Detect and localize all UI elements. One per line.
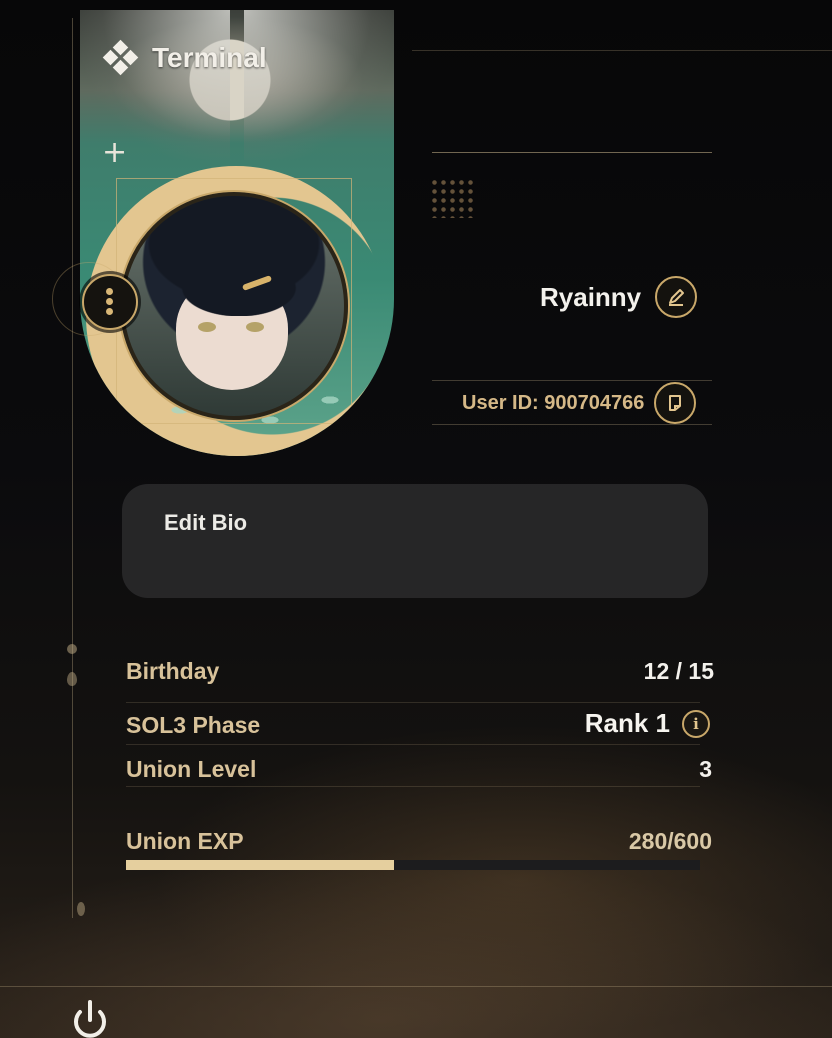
user-id-row: User ID: 900704766 [462, 382, 697, 424]
avatar-eye [246, 322, 264, 332]
union-exp-value: 280/600 [628, 828, 712, 854]
rail-marker [67, 672, 77, 686]
wing-decoration [244, 10, 394, 160]
diamond-cluster-icon [102, 39, 139, 76]
avatar-eye [198, 322, 216, 332]
phase-value-row: Rank 1 i [585, 708, 710, 739]
stat-divider [126, 744, 700, 745]
rail-marker [67, 644, 77, 654]
id-underline [432, 424, 712, 425]
copy-icon [669, 395, 682, 411]
edit-bio-label: Edit Bio [164, 510, 248, 535]
name-divider [432, 152, 712, 153]
edit-name-button[interactable] [655, 276, 698, 318]
phase-value: Rank 1 [584, 708, 670, 738]
dot-grid-decoration [430, 178, 474, 218]
left-rail-line [72, 18, 73, 918]
power-icon [74, 1000, 106, 1038]
user-id: User ID: 900704766 [462, 391, 645, 414]
stat-divider [126, 702, 700, 703]
terminal-title: Terminal [152, 42, 267, 73]
union-level-value: 3 [699, 756, 712, 782]
birthday-value: 12 / 15 [643, 658, 714, 684]
plus-icon: + [102, 135, 128, 170]
top-divider [412, 50, 832, 51]
info-icon[interactable]: i [682, 709, 710, 738]
profile-screen: + Terminal Ryainny User ID: 900704766 Ed… [0, 0, 832, 1038]
edit-bio-box[interactable]: Edit Bio [122, 484, 708, 598]
union-level-label: Union Level [126, 756, 257, 782]
stat-divider [126, 786, 700, 787]
union-exp-label: Union EXP [126, 828, 244, 854]
union-exp-bar [126, 860, 700, 870]
avatar[interactable] [120, 192, 348, 420]
player-name: Ryainny [540, 281, 642, 312]
name-row: Ryainny [540, 276, 698, 318]
union-exp-fill [126, 860, 395, 870]
avatar-bangs [164, 246, 314, 316]
copy-id-button[interactable] [654, 382, 697, 424]
avatar-options-button[interactable] [82, 274, 138, 330]
terminal-header: Terminal [102, 38, 267, 78]
power-button[interactable] [64, 996, 116, 1038]
rail-marker [77, 902, 85, 916]
pencil-icon [669, 289, 685, 306]
birthday-label: Birthday [126, 658, 220, 684]
vertical-dots-icon [84, 276, 136, 328]
id-divider [432, 380, 712, 381]
phase-label: SOL3 Phase [126, 712, 261, 738]
bottom-divider [0, 986, 832, 987]
